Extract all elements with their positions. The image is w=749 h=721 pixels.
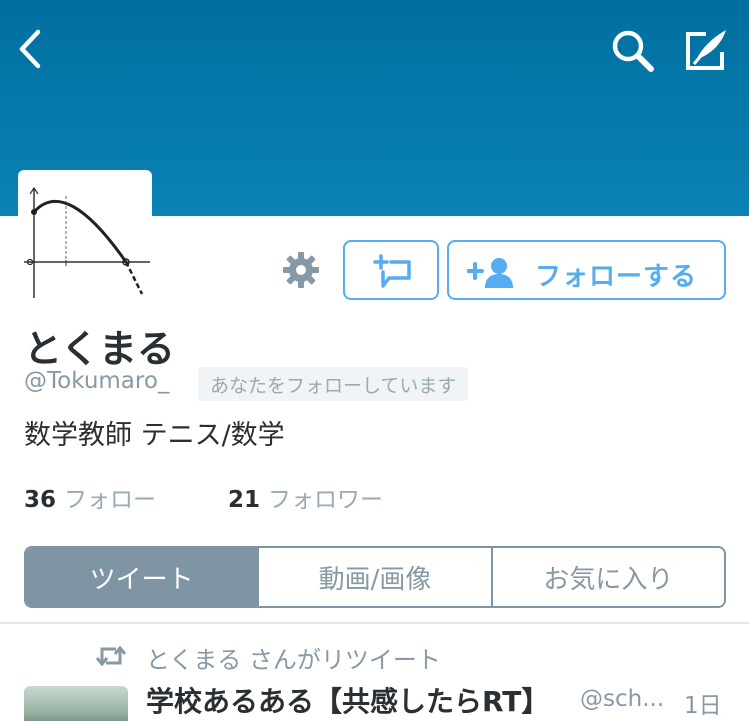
add-user-icon [467,258,513,288]
gear-icon [283,252,319,288]
follow-button-label: フォローする [535,262,698,292]
settings-button[interactable] [281,250,321,290]
follow-button[interactable]: フォローする [447,240,726,300]
following-count: 36 [24,487,57,513]
back-button[interactable] [14,26,54,72]
follows-you-badge: あなたをフォローしています [198,367,469,401]
tweet-author-handle: @sch... [580,686,665,712]
compose-tweet-icon [686,30,726,70]
followers-count: 21 [228,487,261,513]
profile-avatar[interactable] [18,170,152,304]
direct-message-button[interactable] [343,240,439,300]
compose-tweet-button[interactable] [682,26,730,74]
following-label: フォロー [64,487,157,513]
parabola-graph-avatar-image [24,186,150,298]
user-handle: @Tokumaro_ [24,368,170,394]
section-divider [0,622,749,624]
tab-tweets[interactable]: ツイート [26,548,258,606]
tweet-timestamp: 1日 [684,693,722,719]
search-button[interactable] [608,26,656,74]
retweet-icon [95,643,127,669]
tweet-author-name[interactable]: 学校あるある【共感したらRT】 [146,680,549,720]
following-stat[interactable]: 36 フォロー [24,480,156,514]
followers-label: フォロワー [268,487,384,513]
chevron-left-icon [19,29,41,69]
search-icon [612,30,654,72]
profile-bio: 数学教師 テニス/数学 [24,420,285,451]
direct-message-icon [373,254,411,288]
tab-media[interactable]: 動画/画像 [257,548,491,606]
tweet-author-avatar[interactable] [24,686,128,721]
retweet-context: とくまる さんがリツイート [146,646,441,674]
tab-favorites[interactable]: お気に入り [490,548,724,606]
profile-tabs: ツイート 動画/画像 お気に入り [24,546,726,608]
followers-stat[interactable]: 21 フォロワー [228,480,383,514]
display-name: とくまる [24,327,175,371]
